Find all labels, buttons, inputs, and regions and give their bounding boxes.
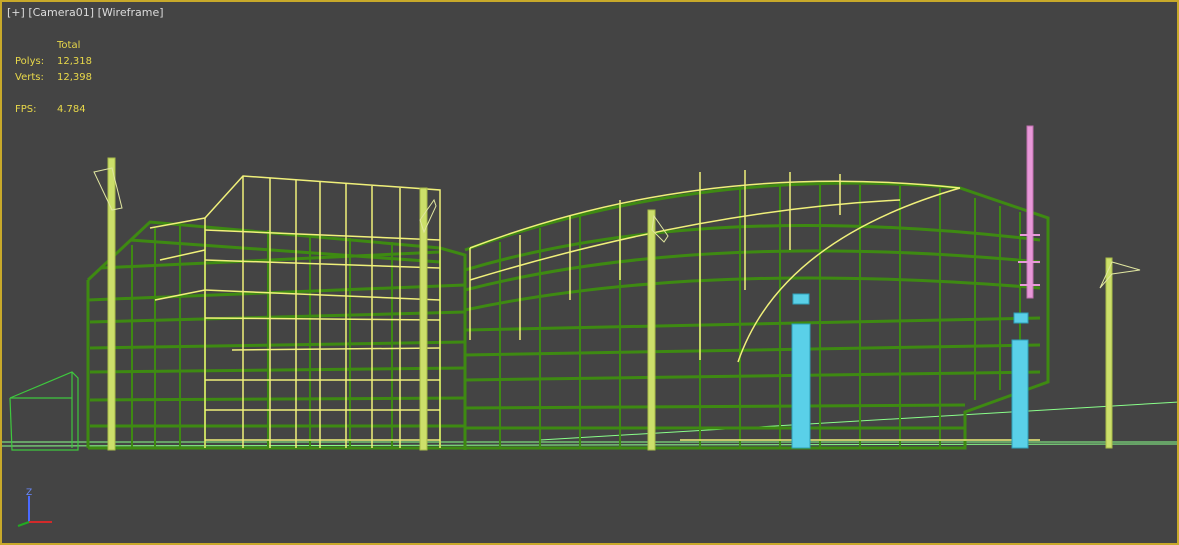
column-cap-right: [1013, 312, 1029, 324]
small-box-object[interactable]: [9, 371, 79, 451]
axis-gizmo-icon: Z: [17, 488, 52, 527]
lamp-post-3[interactable]: [647, 209, 669, 451]
column-left[interactable]: [791, 323, 811, 449]
viewport[interactable]: [+] [Camera01] [Wireframe] Total Polys: …: [0, 0, 1179, 545]
right-building-wireframe[interactable]: [464, 181, 1050, 450]
lamp-post-4[interactable]: [1099, 257, 1141, 449]
cyan-columns[interactable]: [791, 293, 1029, 449]
antenna-object[interactable]: [1018, 125, 1040, 299]
left-building-wireframe[interactable]: [86, 220, 467, 450]
lamp-post-1[interactable]: [93, 157, 123, 451]
wireframe-scene[interactable]: [2, 2, 1177, 543]
axis-gizmo: Z: [12, 486, 56, 534]
roof-frame-wireframe: [469, 170, 1040, 441]
tower-wireframe[interactable]: [149, 175, 441, 448]
column-right[interactable]: [1011, 339, 1029, 449]
column-cap-left: [792, 293, 810, 305]
z-axis-label: Z: [26, 488, 32, 498]
